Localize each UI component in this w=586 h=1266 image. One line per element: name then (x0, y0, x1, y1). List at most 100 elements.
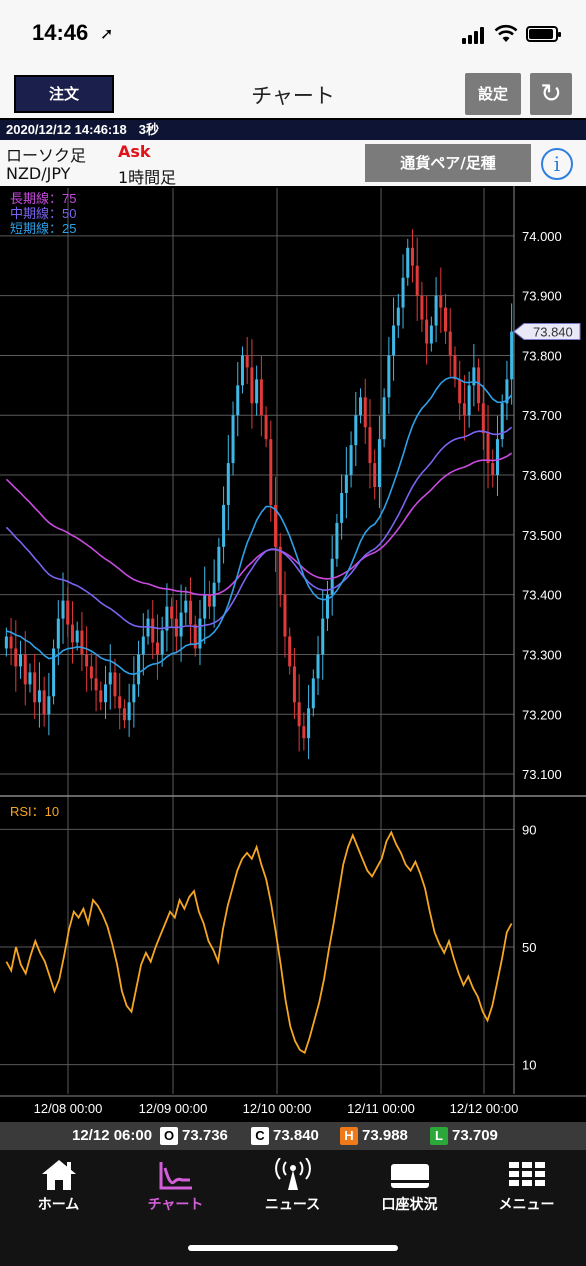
chart-type-label[interactable]: ローソク足 (6, 142, 86, 166)
chart-controls: ローソク足 Ask NZD/JPY 1時間足 通貨ペア/足種 i (0, 140, 586, 187)
candle-body (184, 600, 188, 613)
candle-body (70, 624, 74, 643)
timeframe-label: 1時間足 (118, 168, 177, 187)
wifi-icon (494, 24, 518, 42)
sma-legend: 長期線：75 中期線：50 短期線：25 (10, 191, 76, 236)
rsi-tick-label: 10 (522, 1058, 536, 1073)
candle-body (444, 307, 448, 332)
low-badge: L (430, 1127, 448, 1145)
candle-body (359, 397, 363, 416)
candle-body (240, 355, 244, 386)
tab-menu[interactable]: メニュー (468, 1158, 585, 1218)
account-icon (390, 1164, 429, 1188)
candle-body (406, 247, 410, 278)
candle-body (47, 696, 51, 715)
candle-body (37, 690, 41, 703)
candle-body (495, 439, 499, 476)
candle-body (283, 594, 287, 637)
price-tick-label: 73.800 (522, 348, 562, 363)
candle-body (132, 684, 136, 703)
candle-body (425, 319, 429, 344)
candle-body (189, 600, 193, 625)
candle-body (335, 522, 339, 559)
candle-body (434, 295, 438, 326)
candle-body (472, 367, 476, 386)
tab-home[interactable]: ホーム (0, 1158, 117, 1218)
price-tick-label: 73.200 (522, 707, 562, 722)
candle-body (99, 690, 103, 703)
rsi-tick-label: 90 (522, 822, 536, 837)
candle-body (66, 600, 70, 625)
tab-chart[interactable]: チャート (117, 1158, 234, 1218)
candle-body (377, 439, 381, 488)
candle-body (231, 415, 235, 464)
tab-news-label: ニュース (264, 1197, 321, 1213)
candle-body (94, 678, 98, 691)
price-tick-label: 73.300 (522, 647, 562, 662)
candle-body (56, 618, 60, 649)
price-chart[interactable]: 74.000 73.900 73.800 73.700 73.600 73.500 73.4… (0, 186, 586, 1120)
info-icon: i (553, 152, 561, 176)
home-indicator (188, 1245, 398, 1251)
candle-body (396, 307, 400, 326)
candle-body (118, 696, 122, 709)
price-tick-label: 73.700 (522, 408, 562, 423)
update-datetime: 2020/12/12 14:46:18 (6, 122, 127, 137)
high-badge: H (340, 1127, 358, 1145)
candle-body (137, 654, 141, 685)
price-type-label[interactable]: Ask (118, 142, 151, 161)
candle-body (401, 277, 405, 308)
candle-body (415, 265, 419, 296)
info-button[interactable]: i (541, 148, 573, 180)
candle-body (259, 379, 263, 416)
candle-body (14, 648, 18, 667)
candle-body (344, 475, 348, 493)
status-time: 14:46 (32, 20, 89, 45)
currency-pair-label: NZD/JPY (6, 164, 71, 183)
candle-body (297, 702, 301, 727)
refresh-button[interactable]: ↻ (530, 73, 572, 115)
candle-body (462, 403, 466, 416)
legend-short: 短期線：25 (10, 221, 77, 236)
ohlc-bar: 12/12 06:00 O 73.736 C 73.840 H 73.988 L… (0, 1122, 586, 1150)
candle-body (264, 415, 268, 440)
price-tick-label: 73.900 (522, 289, 562, 304)
candle-body (453, 355, 457, 380)
candle-body (255, 379, 259, 404)
time-tick-label: 12/09 00:00 (139, 1101, 208, 1116)
candle-body (387, 355, 391, 398)
candle-body (226, 463, 230, 505)
settings-button[interactable]: 設定 (465, 73, 521, 115)
pair-timeframe-button[interactable]: 通貨ペア/足種 (365, 144, 531, 182)
candle-body (28, 672, 32, 685)
open-badge: O (160, 1127, 178, 1145)
time-tick-label: 12/11 00:00 (347, 1101, 415, 1116)
candle-body (80, 630, 84, 655)
candle-body (448, 331, 452, 356)
candle-body (85, 654, 89, 667)
nav-bar: 注文 チャート 設定 ↻ (0, 70, 586, 118)
candle-body (89, 666, 93, 679)
candle-body (363, 397, 367, 428)
tab-account-label: 口座状況 (381, 1197, 438, 1213)
candle-body (104, 684, 108, 703)
candle-body (420, 295, 424, 320)
high-value: 73.988 (362, 1127, 408, 1144)
candle-body (491, 463, 495, 476)
candle-body (349, 445, 353, 476)
tab-news[interactable]: ニュース (234, 1158, 351, 1218)
tab-account[interactable]: 口座状況 (351, 1158, 468, 1218)
candle-body (354, 415, 358, 446)
price-tick-label: 73.100 (522, 767, 562, 782)
rsi-label: RSI：10 (10, 804, 60, 819)
candle-body (316, 654, 320, 679)
news-icon (274, 1158, 311, 1190)
open-value: 73.736 (182, 1127, 228, 1144)
candle-body (23, 654, 27, 685)
candle-body (486, 433, 490, 464)
candle-body (236, 385, 240, 416)
candle-body (222, 504, 226, 547)
price-tick-label: 73.600 (522, 468, 562, 483)
battery-icon (526, 26, 561, 42)
candle-body (217, 546, 221, 583)
